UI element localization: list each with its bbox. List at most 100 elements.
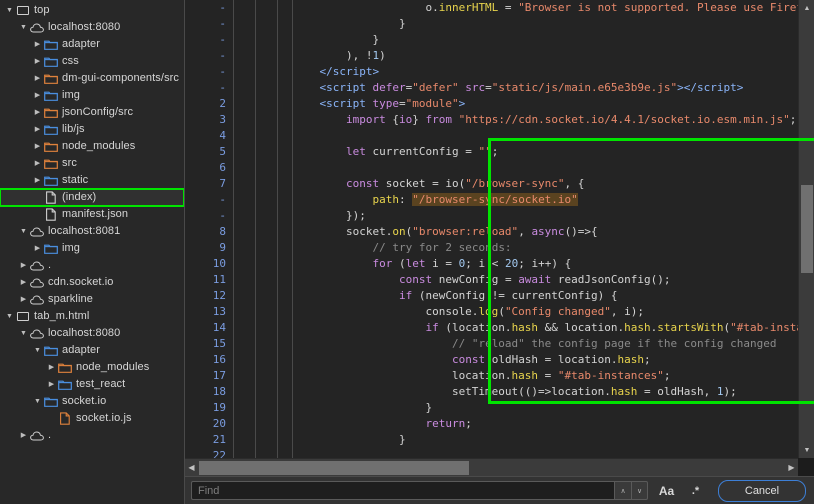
code-line[interactable]: 16 const oldHash = location.hash; [185, 352, 798, 368]
scroll-right-icon[interactable]: ▶ [785, 459, 798, 477]
file-navigator-sidebar[interactable]: ▼ top ▼ localhost:8080 ▶ adapter ▶ css ▶ dm-gui-c… [0, 0, 185, 504]
horizontal-scrollbar[interactable]: ◀ ▶ [185, 458, 798, 476]
code-editor-pane[interactable]: - o.innerHTML = "Browser is not supporte… [185, 0, 814, 504]
tree-item[interactable]: ▶ sparkline [0, 291, 184, 308]
chevron-down-icon[interactable]: ▼ [18, 24, 29, 31]
chevron-right-icon[interactable]: ▶ [18, 279, 29, 286]
tree-item[interactable]: ▶ lib/js [0, 121, 184, 138]
tree-item[interactable]: ▼ socket.io [0, 393, 184, 410]
chevron-right-icon[interactable]: ▶ [32, 92, 43, 99]
code-line[interactable]: 12 if (newConfig != currentConfig) { [185, 288, 798, 304]
chevron-right-icon[interactable]: ▶ [18, 262, 29, 269]
fold-gutter [233, 160, 293, 176]
code-line[interactable]: 11 const newConfig = await readJsonConfi… [185, 272, 798, 288]
tree-item[interactable]: ▼ localhost:8081 [0, 223, 184, 240]
code-line[interactable]: - path: "/browser-sync/socket.io" [185, 192, 798, 208]
tree-item[interactable]: ▶ jsonConfig/src [0, 104, 184, 121]
chevron-right-icon[interactable]: ▶ [32, 245, 43, 252]
tree-item[interactable]: ▶ node_modules [0, 359, 184, 376]
code-line[interactable]: 10 for (let i = 0; i < 20; i++) { [185, 256, 798, 272]
find-previous-icon[interactable]: ∧ [614, 481, 631, 500]
regex-button[interactable]: .* [687, 481, 704, 500]
code-line[interactable]: 13 console.log("Config changed", i); [185, 304, 798, 320]
tree-item[interactable]: ▶ img [0, 87, 184, 104]
chevron-right-icon[interactable]: ▶ [46, 364, 57, 371]
scroll-up-icon[interactable]: ▲ [799, 0, 814, 16]
tree-item[interactable]: ▼ tab_m.html [0, 308, 184, 325]
chevron-right-icon[interactable]: ▶ [32, 41, 43, 48]
horizontal-scrollbar-thumb[interactable] [199, 461, 469, 475]
tree-item[interactable]: ▼ adapter [0, 342, 184, 359]
tree-item[interactable]: socket.io.js [0, 410, 184, 427]
tree-item[interactable]: ▶ img [0, 240, 184, 257]
code-line[interactable]: 15 // "reload" the config page if the co… [185, 336, 798, 352]
code-line[interactable]: - </script> [185, 64, 798, 80]
code-line[interactable]: 20 return; [185, 416, 798, 432]
tree-item[interactable]: manifest.json [0, 206, 184, 223]
chevron-down-icon[interactable]: ▼ [4, 7, 15, 14]
chevron-right-icon[interactable]: ▶ [32, 58, 43, 65]
chevron-right-icon[interactable]: ▶ [18, 432, 29, 439]
find-next-icon[interactable]: ∨ [631, 481, 648, 500]
find-bar[interactable]: ∧ ∨ Aa .* Cancel [185, 476, 814, 504]
code-line[interactable]: 22 [185, 448, 798, 458]
tree-item[interactable]: ▶ cdn.socket.io [0, 274, 184, 291]
tree-item[interactable]: ▼ top [0, 2, 184, 19]
chevron-down-icon[interactable]: ▼ [18, 330, 29, 337]
vertical-scrollbar-thumb[interactable] [801, 185, 813, 273]
file-tree[interactable]: ▼ top ▼ localhost:8080 ▶ adapter ▶ css ▶ dm-gui-c… [0, 0, 184, 444]
code-line[interactable]: - <script defer="defer" src="static/js/m… [185, 80, 798, 96]
chevron-down-icon[interactable]: ▼ [32, 398, 43, 405]
chevron-down-icon[interactable]: ▼ [18, 228, 29, 235]
code-line[interactable]: 2 <script type="module"> [185, 96, 798, 112]
tree-item[interactable]: ▶ adapter [0, 36, 184, 53]
code-line[interactable]: 9 // try for 2 seconds: [185, 240, 798, 256]
chevron-right-icon[interactable]: ▶ [32, 143, 43, 150]
chevron-right-icon[interactable]: ▶ [32, 126, 43, 133]
tree-item[interactable]: ▶. [0, 257, 184, 274]
chevron-right-icon[interactable]: ▶ [18, 296, 29, 303]
code-line[interactable]: - } [185, 32, 798, 48]
code-lines[interactable]: - o.innerHTML = "Browser is not supporte… [185, 0, 798, 458]
code-line[interactable]: 21 } [185, 432, 798, 448]
code-line[interactable]: 4 [185, 128, 798, 144]
tree-item[interactable]: ▶. [0, 427, 184, 444]
tree-item[interactable]: ▶ test_react [0, 376, 184, 393]
code-line[interactable]: 7 const socket = io("/browser-sync", { [185, 176, 798, 192]
code-line[interactable]: 17 location.hash = "#tab-instances"; [185, 368, 798, 384]
code-line[interactable]: - } [185, 16, 798, 32]
scroll-left-icon[interactable]: ◀ [185, 459, 198, 477]
chevron-down-icon[interactable]: ▼ [32, 347, 43, 354]
tree-item[interactable]: ▶ node_modules [0, 138, 184, 155]
tree-item[interactable]: ▶ css [0, 53, 184, 70]
vertical-scrollbar[interactable]: ▲ ▼ [798, 0, 814, 458]
scroll-down-icon[interactable]: ▼ [799, 442, 814, 458]
chevron-right-icon[interactable]: ▶ [32, 160, 43, 167]
tree-item[interactable]: ▶ src [0, 155, 184, 172]
tree-item[interactable]: ▼ localhost:8080 [0, 19, 184, 36]
code-line[interactable]: 5 let currentConfig = ""; [185, 144, 798, 160]
code-line[interactable]: 3 import {io} from "https://cdn.socket.i… [185, 112, 798, 128]
code-line[interactable]: - }); [185, 208, 798, 224]
tree-item[interactable]: (index) [0, 188, 184, 207]
chevron-right-icon[interactable]: ▶ [32, 109, 43, 116]
code-line[interactable]: 14 if (location.hash && location.hash.st… [185, 320, 798, 336]
code-line-text: const socket = io("/browser-sync", { [345, 177, 585, 190]
code-line[interactable]: 18 setTimeout(()=>location.hash = oldHas… [185, 384, 798, 400]
match-case-button[interactable]: Aa [658, 481, 675, 500]
code-line[interactable]: 8 socket.on("browser:reload", async()=>{ [185, 224, 798, 240]
chevron-right-icon[interactable]: ▶ [46, 381, 57, 388]
code-line[interactable]: - o.innerHTML = "Browser is not supporte… [185, 0, 798, 16]
code-line[interactable]: - ), !1) [185, 48, 798, 64]
cancel-button[interactable]: Cancel [718, 479, 806, 502]
code-line[interactable]: 19 } [185, 400, 798, 416]
tree-item[interactable]: ▼ localhost:8080 [0, 325, 184, 342]
chevron-right-icon[interactable]: ▶ [32, 75, 43, 82]
code-scroll-area[interactable]: - o.innerHTML = "Browser is not supporte… [185, 0, 798, 458]
tree-item[interactable]: ▶ static [0, 172, 184, 189]
code-line[interactable]: 6 [185, 160, 798, 176]
chevron-right-icon[interactable]: ▶ [32, 177, 43, 184]
search-input[interactable] [191, 481, 614, 500]
chevron-down-icon[interactable]: ▼ [4, 313, 15, 320]
tree-item[interactable]: ▶ dm-gui-components/src [0, 70, 184, 87]
